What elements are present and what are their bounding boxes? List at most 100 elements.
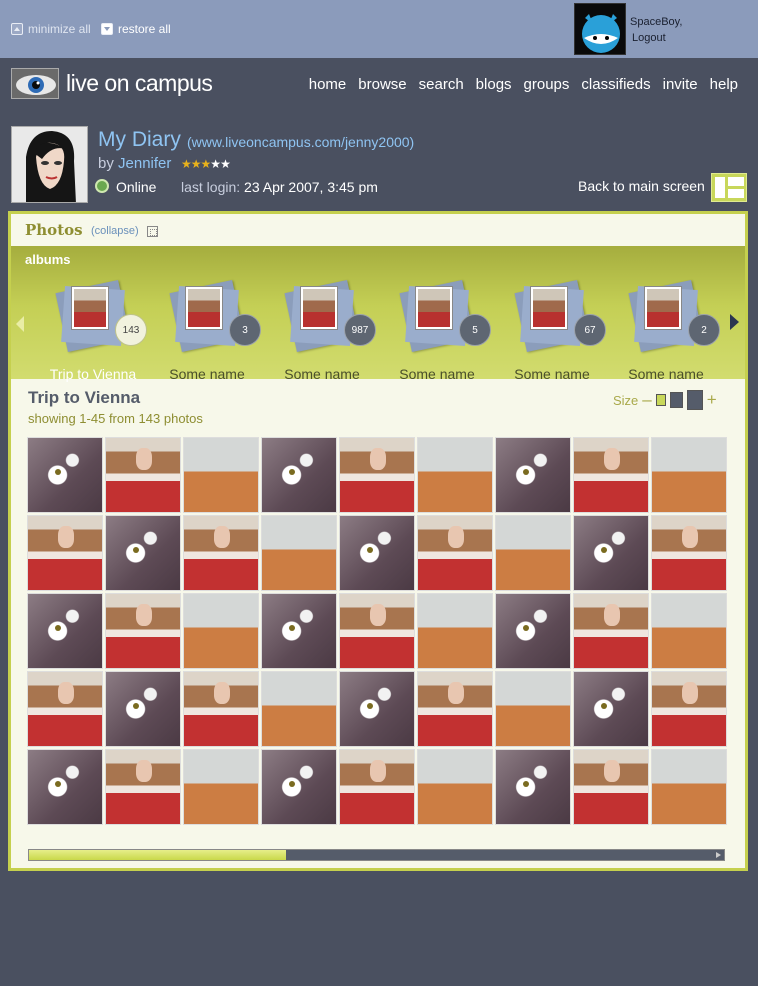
nav-home[interactable]: home <box>309 76 347 93</box>
photo-thumbnail[interactable] <box>495 515 571 591</box>
restore-all-button[interactable]: restore all <box>101 22 171 36</box>
albums-strip: albums 143 Trip to Vienna 3 Some name 987 Som… <box>11 246 745 382</box>
album-item[interactable]: 143 Trip to Vienna <box>37 280 147 382</box>
photo-thumbnail[interactable] <box>573 437 649 513</box>
album-thumbnail <box>530 286 568 330</box>
photo-thumbnail[interactable] <box>339 749 415 825</box>
logout-link[interactable]: Logout <box>632 32 666 44</box>
photo-thumbnail[interactable] <box>261 437 337 513</box>
photo-thumbnail[interactable] <box>183 515 259 591</box>
back-to-main-link[interactable]: Back to main screen <box>578 178 705 194</box>
size-increase-button[interactable]: + <box>707 390 717 410</box>
album-thumbnail <box>185 286 223 330</box>
size-medium-option[interactable] <box>669 392 683 408</box>
nav-help[interactable]: help <box>710 76 738 93</box>
photo-thumbnail[interactable] <box>105 749 181 825</box>
photo-thumbnail[interactable] <box>651 749 727 825</box>
photo-thumbnail[interactable] <box>417 515 493 591</box>
nav-browse[interactable]: browse <box>358 76 406 93</box>
photo-thumbnail[interactable] <box>105 515 181 591</box>
profile-url-link[interactable]: (www.liveoncampus.com/jenny2000) <box>187 134 414 150</box>
photo-thumbnail[interactable] <box>651 437 727 513</box>
online-status-label: Online <box>116 179 157 195</box>
online-status-icon <box>95 179 109 193</box>
scroll-right-arrow-icon[interactable] <box>716 852 721 858</box>
album-item[interactable]: 987 Some name <box>266 280 376 382</box>
photo-thumbnail[interactable] <box>495 437 571 513</box>
photo-thumbnail[interactable] <box>261 671 337 747</box>
photo-thumbnail[interactable] <box>105 593 181 669</box>
photo-thumbnail[interactable] <box>339 515 415 591</box>
photo-thumbnail[interactable] <box>417 437 493 513</box>
nav-blogs[interactable]: blogs <box>476 76 512 93</box>
size-decrease-button[interactable]: – <box>642 390 651 410</box>
nav-search[interactable]: search <box>419 76 464 93</box>
profile-photo[interactable] <box>11 126 88 203</box>
photo-thumbnail[interactable] <box>261 593 337 669</box>
nav-classifieds[interactable]: classifieds <box>581 76 650 93</box>
photo-thumbnail[interactable] <box>651 593 727 669</box>
collapse-icon[interactable] <box>147 226 158 237</box>
albums-prev-arrow-icon[interactable] <box>16 316 24 332</box>
photo-thumbnail[interactable] <box>495 593 571 669</box>
photos-panel-header: Photos (collapse) <box>11 214 745 246</box>
author-name-link[interactable]: Jennifer <box>118 155 171 172</box>
albums-next-arrow-icon[interactable] <box>730 314 739 330</box>
photo-thumbnail[interactable] <box>339 671 415 747</box>
photo-thumbnail[interactable] <box>651 515 727 591</box>
last-login-value: 23 Apr 2007, 3:45 pm <box>244 179 378 195</box>
main-nav: home browse search blogs groups classifi… <box>309 76 738 93</box>
scrollbar-thumb[interactable] <box>29 850 287 860</box>
album-count-badge: 2 <box>688 314 720 346</box>
site-logo[interactable]: live on campus <box>66 70 213 97</box>
restore-all-label: restore all <box>118 22 171 36</box>
photo-thumbnail[interactable] <box>651 671 727 747</box>
photo-thumbnail[interactable] <box>261 515 337 591</box>
album-thumbnail <box>415 286 453 330</box>
photo-thumbnail[interactable] <box>183 749 259 825</box>
nav-invite[interactable]: invite <box>663 76 698 93</box>
photo-thumbnail[interactable] <box>573 593 649 669</box>
photo-thumbnail[interactable] <box>573 749 649 825</box>
photo-thumbnail[interactable] <box>417 671 493 747</box>
user-avatar[interactable] <box>574 3 626 55</box>
album-item[interactable]: 5 Some name <box>381 280 491 382</box>
layout-grid-icon[interactable] <box>711 173 747 202</box>
minimize-all-button[interactable]: minimize all <box>11 22 91 36</box>
photo-thumbnail[interactable] <box>27 671 103 747</box>
nav-groups[interactable]: groups <box>524 76 570 93</box>
photo-scrollbar[interactable] <box>28 849 725 861</box>
collapse-link[interactable]: (collapse) <box>91 225 139 237</box>
photo-thumbnail[interactable] <box>27 749 103 825</box>
photo-thumbnail[interactable] <box>183 671 259 747</box>
minimize-icon <box>11 23 23 35</box>
photo-thumbnail[interactable] <box>183 593 259 669</box>
albums-label: albums <box>25 252 71 267</box>
photo-thumbnail[interactable] <box>27 593 103 669</box>
photo-thumbnail[interactable] <box>27 437 103 513</box>
size-small-option[interactable] <box>655 394 666 406</box>
album-count-badge: 5 <box>459 314 491 346</box>
photo-thumbnail[interactable] <box>27 515 103 591</box>
photo-thumbnail[interactable] <box>573 515 649 591</box>
photo-thumbnail[interactable] <box>183 437 259 513</box>
photo-thumbnail[interactable] <box>417 593 493 669</box>
album-item[interactable]: 67 Some name <box>496 280 606 382</box>
album-thumbnail <box>71 286 109 330</box>
photo-thumbnail[interactable] <box>261 749 337 825</box>
photo-thumbnail[interactable] <box>105 437 181 513</box>
photo-thumbnail[interactable] <box>495 671 571 747</box>
album-thumbnail <box>644 286 682 330</box>
size-large-option[interactable] <box>686 390 703 410</box>
logo-eye-icon[interactable] <box>11 68 59 99</box>
photo-thumbnail[interactable] <box>105 671 181 747</box>
album-item[interactable]: 3 Some name <box>151 280 261 382</box>
album-item[interactable]: 2 Some name <box>610 280 720 382</box>
photo-count-text: showing 1-45 from 143 photos <box>28 411 203 426</box>
photo-thumbnail[interactable] <box>339 437 415 513</box>
photo-thumbnail[interactable] <box>339 593 415 669</box>
photo-thumbnail[interactable] <box>573 671 649 747</box>
photo-thumbnail[interactable] <box>495 749 571 825</box>
photo-thumbnail[interactable] <box>417 749 493 825</box>
rating-star-icon: ★ <box>190 157 202 171</box>
